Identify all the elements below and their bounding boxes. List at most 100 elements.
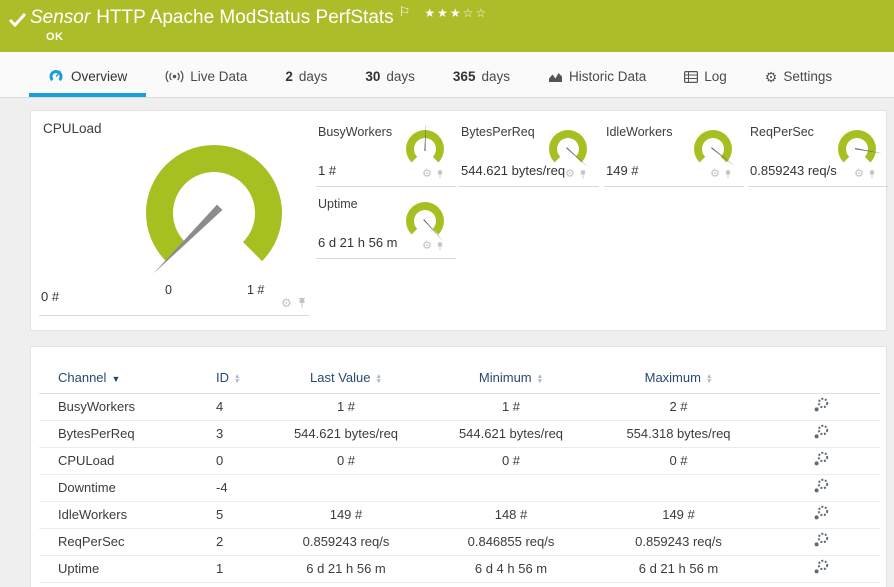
table-header-row: Channel ▼ ID ▲ ▼ Last Value ▲ ▼ Minimum ▲ ▼ Max… [39,363,880,394]
gauge-title: IdleWorkers [606,125,673,139]
last-value: 149 # [266,501,426,529]
page-title: HTTP Apache ModStatus PerfStats [96,7,394,28]
star-rating[interactable]: ★★★☆☆ [424,6,488,20]
gauge-tile-reqpersec: ReqPerSec 0.859243 req/s ⚙ [748,123,888,187]
gauge-tile-bytesperreq: BytesPerReq 544.621 bytes/req ⚙ [459,123,599,187]
table-row: BytesPerReq 3 544.621 bytes/req 544.621 … [39,420,880,448]
channel-settings-button[interactable] [813,559,829,575]
gauge-title-cpuload: CPULoad [43,121,102,136]
sensor-status-bar: Sensor HTTP Apache ModStatus PerfStats ⚐ ★★… [0,0,894,52]
priority-flag-icon[interactable]: ⚐ [399,4,411,19]
last-value: 0 # [266,447,426,475]
busyworkers-gauge[interactable] [401,125,449,173]
channel-table-panel: Channel ▼ ID ▲ ▼ Last Value ▲ ▼ Minimum ▲ ▼ Max… [30,346,887,587]
channel-id: 2 [181,528,266,556]
minimum-value: 148 # [426,501,596,529]
column-header-minimum[interactable]: Minimum ▲ ▼ [426,363,596,394]
gauge-value: 544.621 bytes/req [461,163,566,178]
channel-gear-icon[interactable]: ⚙ [854,169,864,180]
maximum-value [596,474,761,502]
tab-365-days[interactable]: 365 days [434,69,529,97]
gauge-min-label: 0 [165,283,172,297]
maximum-value: 2 # [596,393,761,421]
channel-name: Downtime [39,474,181,502]
gauge-value: 149 # [606,163,639,178]
channel-gear-icon[interactable]: ⚙ [422,241,432,252]
tab-number: 365 [452,69,476,84]
column-header-id[interactable]: ID ▲ ▼ [181,363,266,394]
channel-settings-button[interactable] [813,532,829,548]
channel-name: CPULoad [39,447,181,475]
cpuload-gauge[interactable] [124,123,304,295]
channel-id: 4 [181,393,266,421]
channel-settings-button[interactable] [813,397,829,413]
tab-2-days[interactable]: 2 days [266,69,346,97]
pin-icon[interactable] [435,241,445,252]
tab-live-data[interactable]: Live Data [146,69,266,97]
pin-icon[interactable] [867,169,877,180]
tab-number: 2 [285,69,293,84]
channel-id: 3 [181,420,266,448]
uptime-gauge[interactable] [401,197,449,245]
channel-gear-icon[interactable]: ⚙ [422,169,432,180]
tab-log[interactable]: Log [665,69,746,97]
minimum-value: 0.846855 req/s [426,528,596,556]
maximum-value: 554.318 bytes/req [596,420,761,448]
tab-label: days [386,69,415,84]
column-header-channel[interactable]: Channel ▼ [39,363,181,394]
table-row: IdleWorkers 5 149 # 148 # 149 # [39,501,880,529]
tab-30-days[interactable]: 30 days [346,69,434,97]
column-header-last-value[interactable]: Last Value ▲ ▼ [266,363,426,394]
channel-settings-button[interactable] [813,424,829,440]
channel-name: IdleWorkers [39,501,181,529]
channel-id: 0 [181,447,266,475]
gauge-title: BytesPerReq [461,125,535,139]
channel-name: BytesPerReq [39,420,181,448]
tab-label: Overview [71,68,128,84]
cpuload-current-value: 0 # [41,289,60,304]
pin-icon[interactable] [723,169,733,180]
idleworkers-gauge[interactable] [689,125,737,173]
maximum-value: 0.859243 req/s [596,528,761,556]
sort-icon: ▲ ▼ [375,372,382,385]
channel-settings-button[interactable] [813,478,829,494]
sort-icon: ▲ ▼ [705,372,713,385]
table-row: Downtime -4 [39,474,880,502]
sort-desc-icon: ▼ [111,374,121,385]
tab-label: Log [704,69,727,84]
minimum-value: 0 # [426,447,596,475]
sort-icon: ▲ ▼ [234,372,241,385]
pin-icon[interactable] [578,169,588,180]
pin-icon[interactable] [296,297,308,309]
tab-settings[interactable]: ⚙ Settings [746,69,851,97]
last-value: 6 d 21 h 56 m [266,555,426,583]
minimum-value: 6 d 4 h 56 m [426,555,596,583]
maximum-value: 149 # [596,501,761,529]
channel-gear-icon[interactable]: ⚙ [710,169,720,180]
tab-label: Historic Data [568,69,647,84]
pin-icon[interactable] [435,169,445,180]
channel-id: -4 [181,474,266,502]
area-chart-icon [548,71,563,83]
tab-number: 30 [365,69,381,84]
tab-bar: Overview Live Data 2 days 30 days 365 da… [0,52,894,98]
table-row: BusyWorkers 4 1 # 1 # 2 # [39,393,880,421]
live-data-icon [165,70,184,83]
sort-icon: ▲ ▼ [536,372,544,385]
column-header-maximum[interactable]: Maximum ▲ ▼ [596,363,761,394]
tab-label: Live Data [190,69,248,84]
minimum-value [426,474,596,502]
tab-overview[interactable]: Overview [29,68,147,97]
channel-settings-button[interactable] [813,451,829,467]
gauge-tile-idleworkers: IdleWorkers 149 # ⚙ [604,123,744,187]
channel-table: Channel ▼ ID ▲ ▼ Last Value ▲ ▼ Minimum ▲ ▼ Max… [39,363,880,583]
channel-settings-button[interactable] [813,505,829,521]
ok-check-icon [8,10,28,35]
channel-gear-icon[interactable]: ⚙ [281,297,292,309]
minimum-value: 1 # [426,393,596,421]
channel-gear-icon[interactable]: ⚙ [565,169,575,180]
gauge-icon [48,68,65,84]
tab-historic-data[interactable]: Historic Data [529,69,665,97]
tab-label: days [481,69,510,84]
reqpersec-gauge[interactable] [833,125,881,173]
